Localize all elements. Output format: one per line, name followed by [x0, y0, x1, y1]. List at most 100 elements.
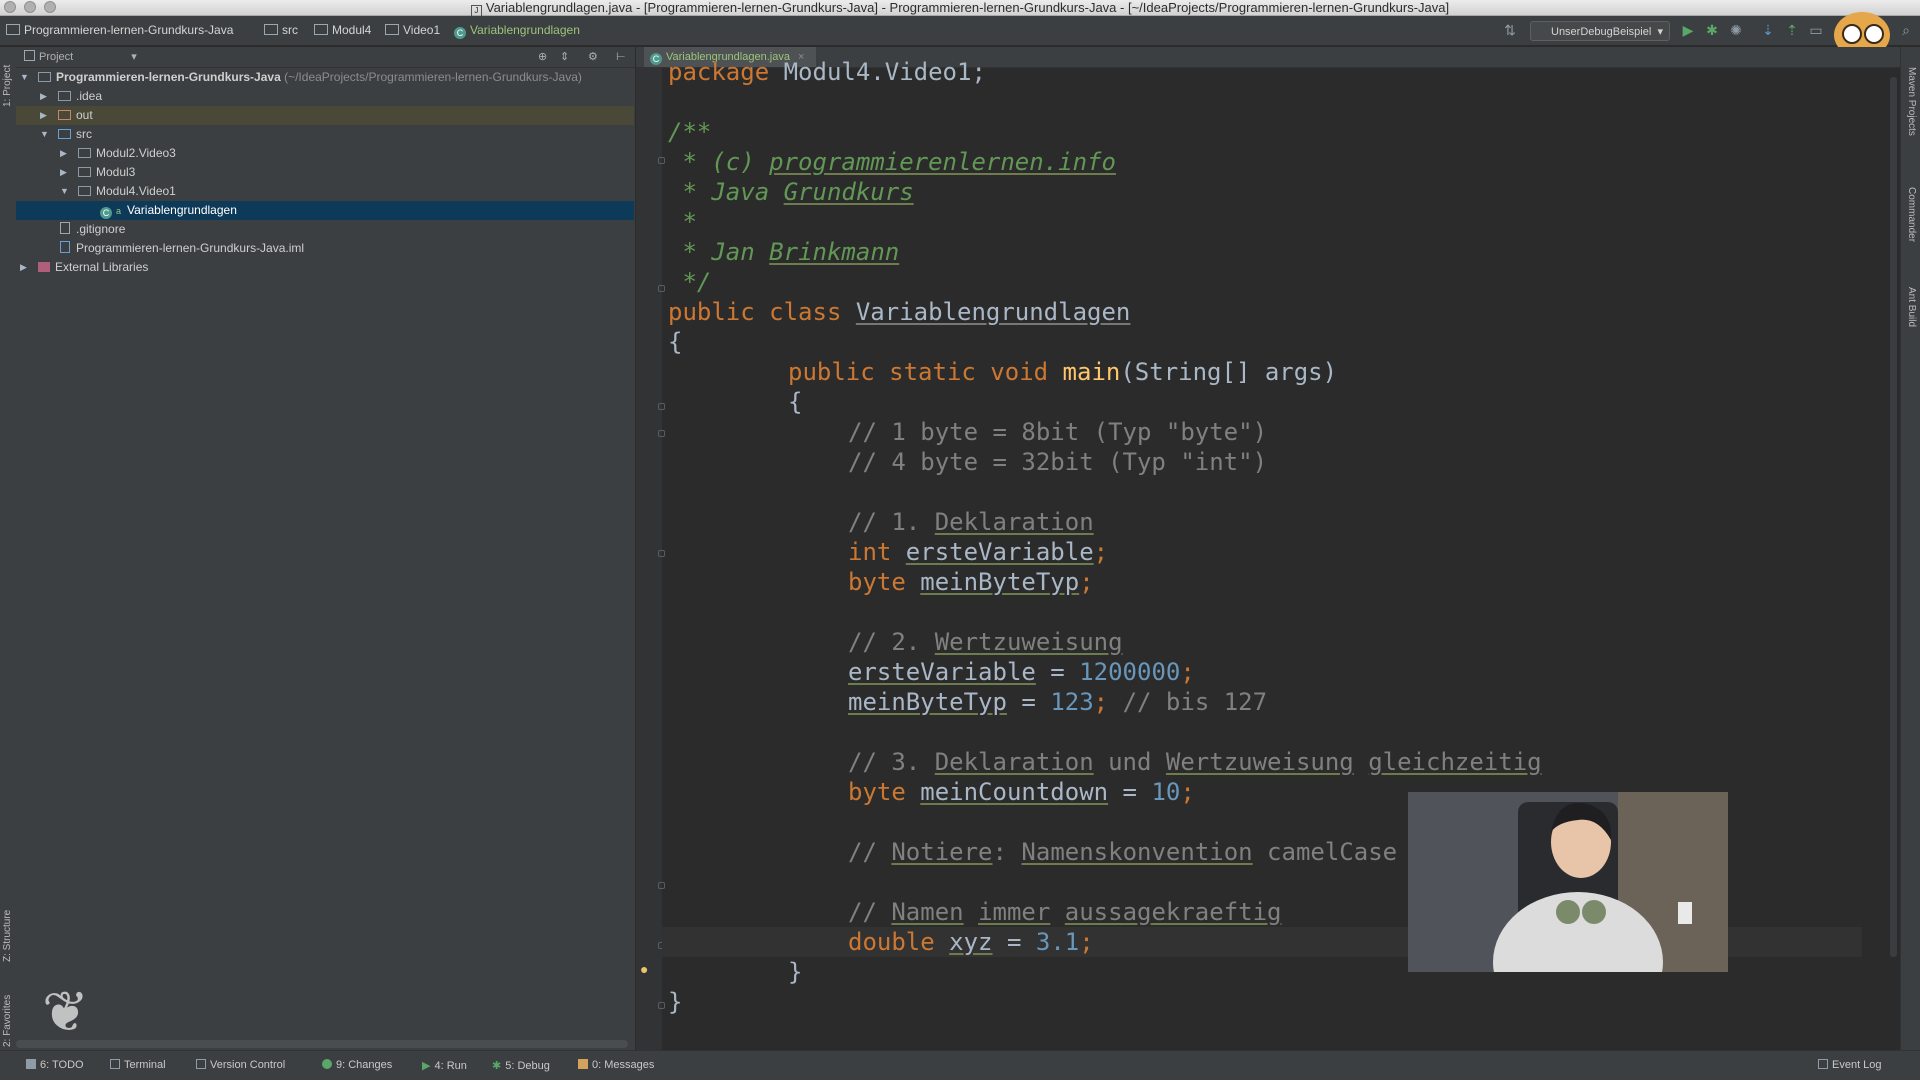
- messages-tool-button[interactable]: 0: Messages: [578, 1059, 654, 1071]
- tree-item-modul4-video1[interactable]: ▼ Modul4.Video1: [16, 182, 634, 201]
- tree-item-iml[interactable]: Programmieren-lernen-Grundkurs-Java.iml: [16, 239, 634, 258]
- comment-text: //: [848, 838, 892, 866]
- settings-icon[interactable]: ▭: [1808, 22, 1824, 38]
- chevron-down-icon: ▾: [1657, 26, 1663, 38]
- coverage-icon[interactable]: ✺: [1728, 22, 1744, 38]
- tree-item-path: (~/IdeaProjects/Programmieren-lernen-Gru…: [284, 70, 582, 84]
- doc-text: Jan: [711, 238, 755, 266]
- breadcrumb-label: Programmieren-lernen-Grundkurs-Java: [24, 23, 234, 37]
- tool-label: 4: Run: [434, 1060, 467, 1072]
- hide-panel-icon[interactable]: ⊢: [616, 47, 626, 67]
- vcs-update-icon[interactable]: ⇣: [1760, 22, 1776, 38]
- comment-text: Wertzuweisung: [934, 628, 1123, 656]
- todo-tool-button[interactable]: 6: TODO: [26, 1059, 84, 1071]
- comment-text: Deklaration: [934, 748, 1094, 776]
- project-tool-button[interactable]: 1: Project: [2, 65, 13, 107]
- locate-icon[interactable]: ⊕: [538, 47, 547, 67]
- breadcrumb-src[interactable]: src: [264, 23, 298, 37]
- breadcrumb-class[interactable]: C Variablengrundlagen: [454, 23, 580, 39]
- commander-tool-button[interactable]: Commander: [1906, 187, 1917, 242]
- breadcrumb-video1[interactable]: Video1: [385, 23, 440, 37]
- search-icon[interactable]: ⌕: [1898, 22, 1914, 38]
- comment-text: gleichzeitig: [1368, 748, 1542, 776]
- tree-item-label: Modul2.Video3: [96, 146, 176, 160]
- variable-name: ersteVariable: [905, 538, 1094, 566]
- breadcrumb-modul4[interactable]: Modul4: [314, 23, 371, 37]
- gear-icon[interactable]: ⚙: [588, 47, 598, 67]
- fold-marker-icon[interactable]: [658, 550, 665, 557]
- tree-item-gitignore[interactable]: .gitignore: [16, 220, 634, 239]
- collapsed-arrow-icon[interactable]: ▶: [20, 258, 30, 277]
- changes-tool-button[interactable]: 9: Changes: [322, 1059, 392, 1071]
- tree-item-src[interactable]: ▼ src: [16, 125, 634, 144]
- fold-marker-icon[interactable]: [658, 1002, 665, 1009]
- tree-item-idea[interactable]: ▶ .idea: [16, 87, 634, 106]
- tree-item-project-root[interactable]: ▼ Programmieren-lernen-Grundkurs-Java (~…: [16, 68, 634, 87]
- tree-item-label: out: [76, 108, 93, 122]
- collapsed-arrow-icon[interactable]: ▶: [40, 106, 50, 125]
- lightbulb-icon[interactable]: ●: [640, 961, 648, 977]
- tree-item-variablengrundlagen[interactable]: Ca Variablengrundlagen: [16, 201, 634, 220]
- code-line: /**: [668, 118, 712, 146]
- tree-item-label: Programmieren-lernen-Grundkurs-Java.iml: [76, 241, 305, 255]
- version-control-tool-button[interactable]: Version Control: [196, 1059, 285, 1071]
- collapsed-arrow-icon[interactable]: ▶: [60, 144, 70, 163]
- project-view-selector[interactable]: Project ▾: [24, 47, 137, 67]
- fold-marker-icon[interactable]: [658, 285, 665, 292]
- debug-tool-button[interactable]: ✱ 5: Debug: [492, 1059, 550, 1072]
- expand-arrow-icon[interactable]: ▼: [60, 182, 70, 201]
- run-config-label: UnserDebugBeispiel: [1551, 26, 1652, 38]
- tree-item-label: src: [76, 127, 92, 141]
- vertical-scrollbar[interactable]: [1890, 77, 1897, 957]
- excluded-folder-icon: [58, 110, 71, 120]
- doc-link[interactable]: programmierenlernen.info: [769, 148, 1116, 176]
- expand-arrow-icon[interactable]: ▼: [20, 68, 30, 87]
- code-line: byte meinCountdown = 10;: [848, 777, 1195, 807]
- webcam-person-image: [1408, 792, 1728, 972]
- vcs-commit-icon[interactable]: ⇡: [1784, 22, 1800, 38]
- structure-tool-button[interactable]: Z: Structure: [2, 910, 13, 962]
- code-line: public class Variablengrundlagen: [668, 297, 1130, 327]
- fold-marker-icon[interactable]: [658, 403, 665, 410]
- collapse-all-icon[interactable]: ⇕: [560, 47, 569, 67]
- tool-label: 6: TODO: [40, 1059, 84, 1071]
- collapsed-arrow-icon[interactable]: ▶: [40, 87, 50, 106]
- run-tool-button[interactable]: ▶ 4: Run: [422, 1059, 467, 1072]
- code-line: */: [668, 268, 712, 296]
- favorites-tool-button[interactable]: 2: Favorites: [2, 995, 13, 1047]
- fold-marker-icon[interactable]: [658, 882, 665, 889]
- expand-arrow-icon[interactable]: ▼: [40, 125, 50, 144]
- collapsed-arrow-icon[interactable]: ▶: [60, 163, 70, 182]
- maven-projects-tool-button[interactable]: Maven Projects: [1906, 67, 1917, 136]
- code-line: {: [788, 388, 803, 416]
- folder-icon: [385, 24, 399, 35]
- variable-name: ersteVariable: [848, 658, 1036, 686]
- editor-gutter[interactable]: ●: [636, 67, 665, 1050]
- variable-name: xyz: [949, 928, 993, 956]
- tree-item-modul3[interactable]: ▶ Modul3: [16, 163, 634, 182]
- terminal-tool-button[interactable]: Terminal: [110, 1059, 166, 1071]
- tree-item-modul2-video3[interactable]: ▶ Modul2.Video3: [16, 144, 634, 163]
- comment-text: Wertzuweisung: [1165, 748, 1354, 776]
- comment-text: [1354, 748, 1368, 776]
- debug-icon[interactable]: ✱: [1704, 22, 1720, 38]
- horizontal-scrollbar[interactable]: [16, 1040, 628, 1048]
- project-folder-icon: [6, 24, 20, 35]
- breadcrumb-label: Modul4: [332, 23, 372, 37]
- folder-icon: [314, 24, 328, 35]
- fold-marker-icon[interactable]: [658, 157, 665, 164]
- doc-text: Java: [711, 178, 770, 206]
- event-log-tool-button[interactable]: Event Log: [1818, 1059, 1882, 1071]
- module-file-icon: [60, 241, 70, 253]
- code-line: double xyz = 3.1;: [848, 927, 1094, 957]
- tree-item-external-libraries[interactable]: ▶ External Libraries: [16, 258, 634, 277]
- run-icon[interactable]: ▶: [1680, 22, 1696, 38]
- fold-marker-icon[interactable]: [658, 430, 665, 437]
- butterfly-watermark-icon: ❦: [42, 980, 89, 1043]
- tree-item-out[interactable]: ▶ out: [16, 106, 634, 125]
- ant-build-tool-button[interactable]: Ant Build: [1906, 287, 1917, 327]
- build-icon[interactable]: ⇅: [1502, 22, 1518, 38]
- breadcrumb-project[interactable]: Programmieren-lernen-Grundkurs-Java: [6, 23, 233, 37]
- run-configuration-select[interactable]: UnserDebugBeispiel ▾: [1530, 21, 1670, 41]
- lock-icon: a: [116, 206, 122, 216]
